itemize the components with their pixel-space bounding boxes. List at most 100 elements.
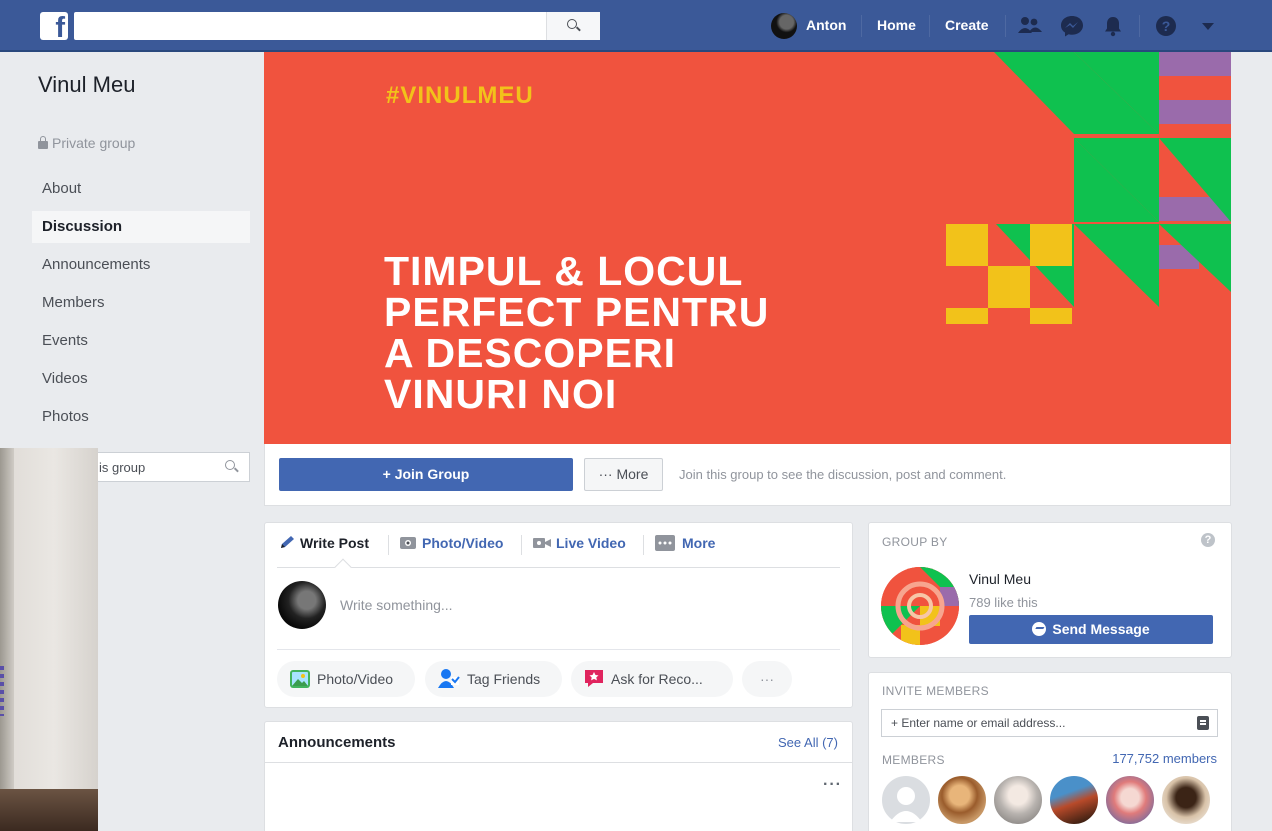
pill-label: Photo/Video	[317, 671, 394, 687]
nav-divider	[1005, 15, 1006, 37]
more-options-pill-button[interactable]: ···	[742, 661, 792, 697]
invite-heading: INVITE MEMBERS	[882, 684, 989, 698]
account-menu-chevron-down-icon[interactable]	[1202, 23, 1214, 31]
notifications-bell-icon[interactable]	[1102, 15, 1124, 37]
tab-more[interactable]: More	[655, 535, 715, 551]
facebook-logo-icon[interactable]: f	[40, 12, 68, 40]
address-book-icon[interactable]	[1197, 716, 1209, 730]
member-avatar[interactable]	[1160, 774, 1212, 826]
send-message-button[interactable]: Send Message	[969, 615, 1213, 644]
send-message-label: Send Message	[1052, 621, 1150, 637]
tab-label: Live Video	[556, 535, 626, 551]
group-by-heading: GROUP BY	[882, 535, 948, 549]
composer-divider	[277, 649, 840, 650]
cover-geometric-pattern	[946, 52, 1231, 324]
sidebar-item-about[interactable]: About	[32, 173, 250, 205]
join-group-button[interactable]: + Join Group	[279, 458, 573, 491]
cover-photo[interactable]: #VINULMEU TIMPUL & LOCUL PERFECT PENTRU …	[264, 52, 1231, 444]
member-avatar[interactable]	[1104, 774, 1156, 826]
sidebar-item-photos[interactable]: Photos	[32, 401, 250, 433]
member-avatar[interactable]	[1048, 774, 1100, 826]
help-question-icon[interactable]: ?	[1201, 533, 1215, 547]
join-note: Join this group to see the discussion, p…	[679, 467, 1007, 482]
page-name[interactable]: Vinul Meu	[969, 571, 1031, 587]
tag-friends-icon	[438, 669, 460, 688]
member-avatar[interactable]	[936, 774, 988, 826]
pill-label: Tag Friends	[467, 671, 541, 687]
tab-write-post[interactable]: Write Post	[279, 535, 369, 551]
help-icon[interactable]: ?	[1155, 15, 1177, 37]
nav-divider	[929, 15, 930, 37]
messenger-icon[interactable]	[1060, 15, 1084, 37]
sidebar-item-events[interactable]: Events	[32, 325, 250, 357]
tab-live-video[interactable]: Live Video	[533, 535, 626, 551]
search-input[interactable]	[74, 12, 600, 40]
pill-label: Ask for Reco...	[611, 671, 703, 687]
tab-photo-video[interactable]: Photo/Video	[400, 535, 503, 551]
card-divider	[265, 762, 852, 763]
tab-label: Write Post	[300, 535, 369, 551]
photo-detail	[0, 666, 4, 716]
members-count-link[interactable]: 177,752 members	[1112, 751, 1217, 766]
tab-label: More	[682, 535, 716, 551]
sidebar-item-discussion[interactable]: Discussion	[32, 211, 250, 243]
lock-icon	[38, 136, 48, 149]
default-avatar-icon	[890, 787, 922, 822]
camera-icon	[400, 537, 416, 549]
sidebar-item-announcements[interactable]: Announcements	[32, 249, 250, 281]
search-button[interactable]	[546, 12, 600, 40]
tab-label: Photo/Video	[422, 535, 504, 551]
composer-avatar[interactable]	[278, 581, 326, 629]
home-link[interactable]: Home	[877, 17, 916, 33]
photo-floor	[0, 789, 98, 831]
photo-shadow	[0, 448, 14, 831]
tab-divider	[643, 535, 644, 555]
cover-headline-line: PERFECT PENTRU	[384, 289, 770, 335]
sidebar-item-videos[interactable]: Videos	[32, 363, 250, 395]
group-title[interactable]: Vinul Meu	[38, 72, 135, 98]
post-composer: Write Post Photo/Video Live Video More W…	[264, 522, 853, 708]
live-video-icon	[533, 538, 551, 548]
tag-friends-pill-button[interactable]: Tag Friends	[425, 661, 562, 697]
overlapping-photo-window	[0, 448, 98, 831]
recommendation-icon	[585, 670, 603, 687]
create-link[interactable]: Create	[945, 17, 989, 33]
privacy-text: Private group	[52, 135, 136, 151]
invite-members-card: INVITE MEMBERS + Enter name or email add…	[868, 672, 1232, 831]
cover-hashtag: #VINULMEU	[386, 82, 534, 109]
more-button[interactable]: ··· More	[584, 458, 663, 491]
tab-pointer	[334, 558, 352, 576]
nav-divider	[861, 15, 862, 37]
member-avatar[interactable]	[992, 774, 1044, 826]
nav-divider	[1139, 15, 1140, 37]
group-by-card: GROUP BY ? Vinul Meu 789 like this Send …	[868, 522, 1232, 658]
composer-divider	[277, 567, 840, 568]
write-something-input[interactable]: Write something...	[340, 597, 453, 613]
privacy-label: Private group	[38, 135, 135, 151]
tab-divider	[388, 535, 389, 555]
group-page-logo[interactable]	[881, 567, 959, 645]
group-search-text: is group	[99, 460, 146, 475]
announcement-menu-button[interactable]: ···	[823, 776, 842, 794]
ask-for-recommendations-pill-button[interactable]: Ask for Reco...	[571, 661, 733, 697]
group-logo-graphic	[881, 567, 959, 645]
search-icon[interactable]	[225, 460, 235, 470]
see-all-link[interactable]: See All (7)	[778, 735, 838, 750]
messenger-icon	[1032, 622, 1047, 636]
profile-link[interactable]: Anton	[806, 17, 846, 33]
search-icon	[567, 19, 577, 29]
top-navigation-bar: f Anton Home Create ?	[0, 0, 1272, 52]
cover-headline-line: TIMPUL & LOCUL	[384, 248, 744, 294]
pencil-icon	[281, 536, 294, 548]
user-avatar[interactable]	[771, 13, 797, 39]
tab-divider	[521, 535, 522, 555]
cover-headline-line: A DESCOPERI	[384, 330, 676, 376]
member-avatar[interactable]	[880, 774, 932, 826]
more-dots-icon	[655, 535, 675, 551]
announcements-card: Announcements See All (7) ···	[264, 721, 853, 831]
invite-name-input[interactable]: + Enter name or email address...	[881, 709, 1218, 737]
sidebar-item-members[interactable]: Members	[32, 287, 250, 319]
photo-video-pill-button[interactable]: Photo/Video	[277, 661, 415, 697]
invite-placeholder: + Enter name or email address...	[891, 716, 1066, 730]
friend-requests-icon[interactable]	[1017, 15, 1043, 37]
